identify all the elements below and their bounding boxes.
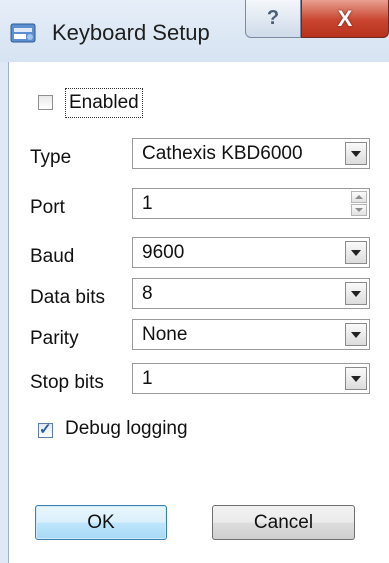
port-spinner[interactable]: 1 xyxy=(132,188,370,219)
help-button[interactable]: ? xyxy=(245,0,301,38)
cancel-button[interactable]: Cancel xyxy=(212,505,355,540)
dialog-window: Keyboard Setup ? X Enabled Type Cathexis… xyxy=(0,0,389,563)
stop-bits-label: Stop bits xyxy=(30,372,104,393)
parity-label: Parity xyxy=(30,328,79,349)
port-spin-buttons[interactable] xyxy=(351,191,367,216)
stop-bits-value: 1 xyxy=(142,368,153,389)
port-value: 1 xyxy=(142,193,153,214)
chevron-down-icon[interactable] xyxy=(345,323,367,346)
ok-button-label: OK xyxy=(87,511,115,533)
parity-select[interactable]: None xyxy=(132,319,370,350)
parity-value: None xyxy=(142,324,188,345)
close-button[interactable]: X xyxy=(301,0,389,38)
close-icon: X xyxy=(337,5,353,31)
enabled-checkbox[interactable] xyxy=(38,95,53,110)
debug-logging-label[interactable]: Debug logging xyxy=(65,418,188,440)
data-bits-value: 8 xyxy=(142,283,153,304)
spin-up-icon[interactable] xyxy=(351,191,367,203)
baud-select[interactable]: 9600 xyxy=(132,237,370,268)
spin-down-icon[interactable] xyxy=(351,204,367,216)
data-bits-select[interactable]: 8 xyxy=(132,278,370,309)
chevron-down-icon[interactable] xyxy=(345,241,367,264)
chevron-down-icon[interactable] xyxy=(345,282,367,305)
enabled-label[interactable]: Enabled xyxy=(65,88,143,118)
ok-button[interactable]: OK xyxy=(35,505,167,540)
title-bar[interactable]: Keyboard Setup ? X xyxy=(0,0,389,62)
stop-bits-select[interactable]: 1 xyxy=(132,363,370,394)
checkmark-icon: ✓ xyxy=(39,421,52,438)
help-icon: ? xyxy=(266,7,280,29)
baud-value: 9600 xyxy=(142,242,185,263)
chevron-down-icon[interactable] xyxy=(345,367,367,390)
type-value: Cathexis KBD6000 xyxy=(142,143,303,164)
baud-label: Baud xyxy=(30,246,75,267)
port-label: Port xyxy=(30,197,65,218)
cancel-button-label: Cancel xyxy=(253,511,314,533)
chevron-down-icon[interactable] xyxy=(345,142,367,165)
keyboard-app-icon xyxy=(10,23,36,43)
type-select[interactable]: Cathexis KBD6000 xyxy=(132,138,370,169)
window-title: Keyboard Setup xyxy=(52,20,210,45)
debug-logging-checkbox[interactable]: ✓ xyxy=(38,421,53,438)
type-label: Type xyxy=(30,147,72,168)
data-bits-label: Data bits xyxy=(30,287,105,308)
